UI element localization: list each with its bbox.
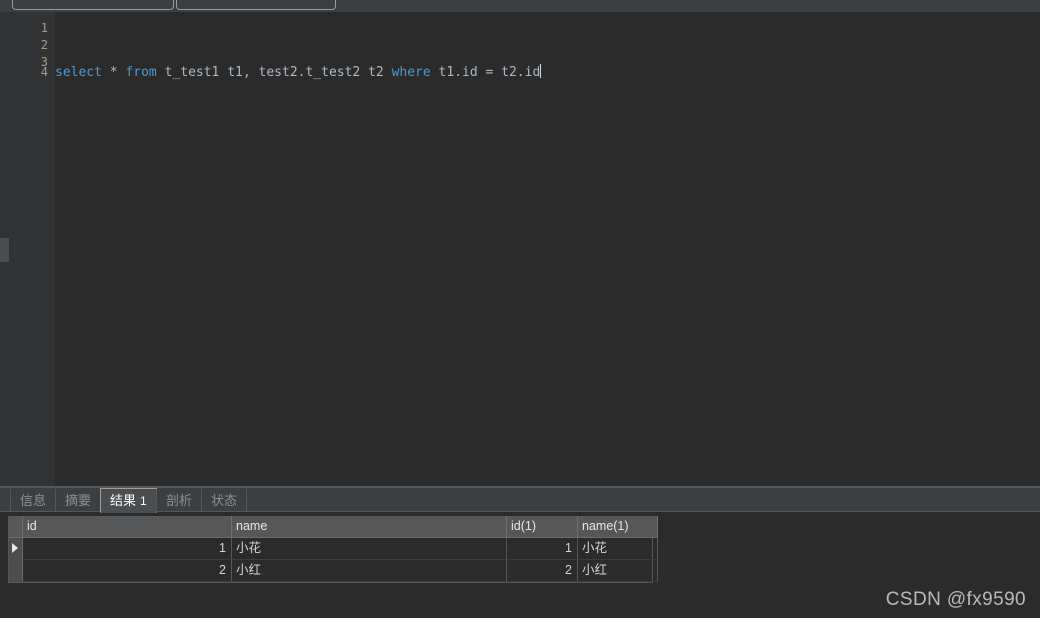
editor-left-scrollbar[interactable] — [0, 12, 9, 487]
column-header-id[interactable]: id — [23, 516, 232, 538]
table-cell[interactable]: 小花 — [232, 538, 507, 560]
code-area[interactable]: select * from t_test1 t1, test2.t_test2 … — [55, 12, 1040, 487]
results-tab-4[interactable]: 状态 — [201, 489, 247, 512]
column-header-name[interactable]: name — [232, 516, 507, 538]
table-cell[interactable]: 小红 — [232, 560, 507, 582]
scrollbar-thumb[interactable] — [0, 238, 9, 262]
sql-token-id-5: t1.id = t2.id — [431, 65, 541, 80]
line-number: 1 — [8, 20, 48, 36]
table-cell[interactable]: 2 — [507, 560, 578, 582]
top-toolbar-strip — [0, 0, 1040, 12]
sql-token-kw-2: from — [125, 65, 156, 80]
results-tab-label: 状态 — [211, 493, 237, 508]
table-cell[interactable]: 小花 — [578, 538, 658, 560]
grid-corner-cell — [9, 516, 23, 538]
line-number: 4 — [8, 64, 48, 80]
sql-token-kw-4: where — [392, 65, 431, 80]
results-grid[interactable]: idnameid(1)name(1)1小花1小花2小红2小红 — [8, 516, 653, 583]
results-tab-2[interactable]: 结果 1 — [100, 488, 157, 513]
table-cell[interactable]: 1 — [23, 538, 232, 560]
sql-token-id-3: t_test1 t1, test2.t_test2 t2 — [157, 65, 392, 80]
table-row[interactable]: 1小花1小花 — [9, 538, 652, 560]
row-header-0[interactable] — [9, 538, 23, 560]
results-panel: idnameid(1)name(1)1小花1小花2小红2小红 — [0, 513, 1040, 618]
line-number-gutter: 1 2 3 4 — [9, 12, 55, 487]
sql-token-op-1: * — [102, 65, 125, 80]
table-row[interactable]: 2小红2小红 — [9, 560, 652, 582]
table-cell[interactable]: 2 — [23, 560, 232, 582]
table-cell[interactable]: 1 — [507, 538, 578, 560]
toolbar-field-2[interactable] — [176, 0, 336, 10]
table-cell[interactable]: 小红 — [578, 560, 658, 582]
grid-header-row: idnameid(1)name(1) — [9, 516, 652, 538]
results-tab-0[interactable]: 信息 — [10, 489, 56, 512]
sql-editor[interactable]: 1 2 3 4 select * from t_test1 t1, test2.… — [9, 12, 1040, 487]
results-tabbar[interactable]: 信息 摘要 结果 1 剖析 状态 — [0, 488, 1040, 512]
watermark: CSDN @fx9590 — [886, 589, 1026, 611]
toolbar-field-1[interactable] — [12, 0, 174, 10]
results-tab-1[interactable]: 摘要 — [55, 489, 101, 512]
code-line-4[interactable]: select * from t_test1 t1, test2.t_test2 … — [55, 64, 541, 80]
current-row-arrow-icon — [12, 543, 18, 553]
results-tab-label: 摘要 — [65, 493, 91, 508]
column-header-name(1)[interactable]: name(1) — [578, 516, 658, 538]
row-header-1[interactable] — [9, 560, 23, 582]
results-tab-3[interactable]: 剖析 — [156, 489, 202, 512]
column-header-id(1)[interactable]: id(1) — [507, 516, 578, 538]
results-tab-label: 结果 — [110, 493, 136, 508]
results-tab-badge: 1 — [140, 494, 147, 508]
sql-editor-window: 1 2 3 4 select * from t_test1 t1, test2.… — [0, 0, 1040, 618]
results-tab-label: 剖析 — [166, 493, 192, 508]
line-number: 2 — [8, 37, 48, 53]
text-caret — [540, 64, 541, 78]
results-tab-label: 信息 — [20, 493, 46, 508]
sql-token-kw-0: select — [55, 65, 102, 80]
